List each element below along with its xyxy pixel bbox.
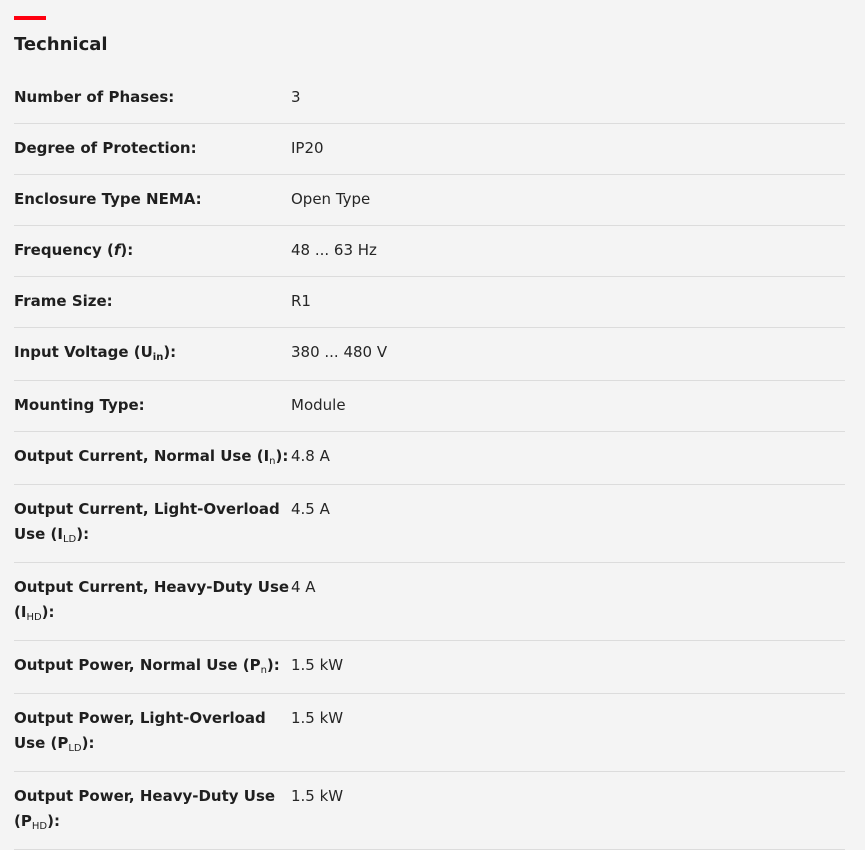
spec-label: Input Voltage (Uin): xyxy=(14,343,177,363)
spec-row: Number of Phases: 3 xyxy=(14,73,845,124)
spec-label: Degree of Protection: xyxy=(14,139,197,157)
spec-label: Output Power, Normal Use (Pn): xyxy=(14,656,280,676)
section-accent-bar xyxy=(14,16,46,20)
spec-label: Number of Phases: xyxy=(14,88,175,106)
spec-value: 4.8 A xyxy=(291,447,330,465)
spec-value: 3 xyxy=(291,88,301,106)
spec-label: Output Power, Heavy-Duty Use (PHD): xyxy=(14,787,276,832)
spec-label: Frame Size: xyxy=(14,292,113,310)
spec-value: 1.5 kW xyxy=(291,787,344,805)
spec-label: Output Current, Heavy-Duty Use (IHD): xyxy=(14,578,290,623)
spec-value: 4.5 A xyxy=(291,500,330,518)
spec-label: Enclosure Type NEMA: xyxy=(14,190,202,208)
section-title: Technical xyxy=(14,34,108,55)
spec-value: R1 xyxy=(291,292,311,310)
technical-section: Technical Number of Phases: 3 Degree of … xyxy=(0,16,865,850)
spec-row: Output Current, Normal Use (In): 4.8 A xyxy=(14,432,845,485)
spec-value: 1.5 kW xyxy=(291,709,344,727)
spec-label: Mounting Type: xyxy=(14,396,145,414)
spec-row: Output Current, Light-Overload Use (ILD)… xyxy=(14,485,845,563)
spec-row: Output Power, Heavy-Duty Use (PHD): 1.5 … xyxy=(14,772,845,850)
spec-row: Input Voltage (Uin): 380 ... 480 V xyxy=(14,328,845,381)
spec-value: 380 ... 480 V xyxy=(291,343,388,361)
spec-row: Enclosure Type NEMA: Open Type xyxy=(14,175,845,226)
spec-value: Open Type xyxy=(291,190,371,208)
spec-value: 48 ... 63 Hz xyxy=(291,241,377,259)
spec-row: Frame Size: R1 xyxy=(14,277,845,328)
spec-value: 4 A xyxy=(291,578,316,596)
spec-label: Output Power, Light-Overload Use (PLD): xyxy=(14,709,266,754)
spec-value: Module xyxy=(291,396,346,414)
spec-row: Output Power, Light-Overload Use (PLD): … xyxy=(14,694,845,772)
spec-row: Degree of Protection: IP20 xyxy=(14,124,845,175)
spec-row: Frequency (f): 48 ... 63 Hz xyxy=(14,226,845,277)
spec-table: Number of Phases: 3 Degree of Protection… xyxy=(14,73,845,850)
spec-label: Output Current, Light-Overload Use (ILD)… xyxy=(14,500,280,545)
spec-value: 1.5 kW xyxy=(291,656,344,674)
spec-value: IP20 xyxy=(291,139,324,157)
spec-row: Output Current, Heavy-Duty Use (IHD): 4 … xyxy=(14,563,845,641)
spec-label: Frequency (f): xyxy=(14,241,134,259)
spec-row: Mounting Type: Module xyxy=(14,381,845,432)
spec-label: Output Current, Normal Use (In): xyxy=(14,447,289,467)
spec-row: Output Power, Normal Use (Pn): 1.5 kW xyxy=(14,641,845,694)
